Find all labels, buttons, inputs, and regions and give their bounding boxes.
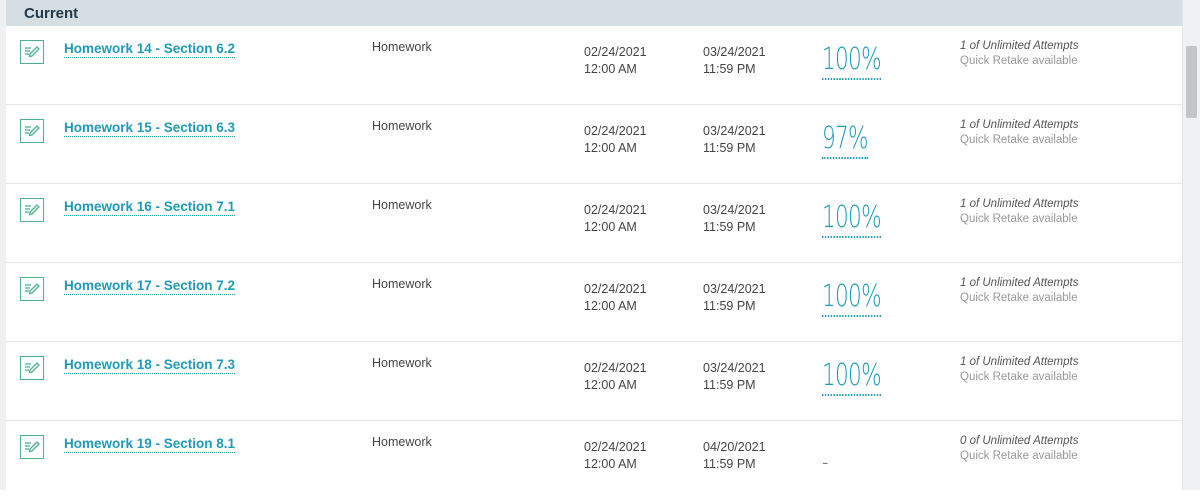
assignment-title-link[interactable]: Homework 17 - Section 7.2 [64,278,236,295]
start-time-value: 12:00 AM [584,141,637,155]
start-date: 02/24/2021 12:00 AM [584,44,647,78]
assignment-row: Homework 14 - Section 6.2 Homework 02/24… [6,26,1182,105]
assignment-list: Homework 14 - Section 6.2 Homework 02/24… [6,26,1182,499]
assignment-row: Homework 19 - Section 8.1 Homework 02/24… [6,421,1182,499]
score-link[interactable]: 97% [822,123,869,159]
start-time-value: 12:00 AM [584,378,637,392]
retake-status: Quick Retake available [960,371,1078,383]
attempts-text: 1 of Unlimited Attempts [960,356,1079,368]
assignment-type: Homework [372,40,432,54]
score-placeholder: - [822,452,828,473]
vertical-scrollbar[interactable] [1182,0,1200,490]
due-time-value: 11:59 PM [703,299,756,313]
section-header-current: Current [6,0,1182,26]
assignment-row: Homework 15 - Section 6.3 Homework 02/24… [6,105,1182,184]
start-date-value: 02/24/2021 [584,124,647,138]
assignment-row: Homework 16 - Section 7.1 Homework 02/24… [6,184,1182,263]
attempts-text: 1 of Unlimited Attempts [960,40,1079,52]
due-time-value: 11:59 PM [703,220,756,234]
start-time-value: 12:00 AM [584,220,637,234]
start-date-value: 02/24/2021 [584,45,647,59]
due-date-value: 03/24/2021 [703,124,766,138]
attempts-text: 1 of Unlimited Attempts [960,119,1079,131]
scrollbar-thumb[interactable] [1186,46,1197,118]
assignment-type: Homework [372,435,432,449]
start-date: 02/24/2021 12:00 AM [584,202,647,236]
due-date-value: 03/24/2021 [703,45,766,59]
due-date-value: 04/20/2021 [703,440,766,454]
assignment-type: Homework [372,277,432,291]
score-link[interactable]: 100% [822,360,882,396]
due-date: 03/24/2021 11:59 PM [703,202,766,236]
section-title: Current [24,5,79,22]
assignment-title-link[interactable]: Homework 14 - Section 6.2 [64,41,236,58]
due-date-value: 03/24/2021 [703,361,766,375]
attempts-text: 1 of Unlimited Attempts [960,198,1079,210]
homework-assignment-icon [20,356,44,380]
assignment-type: Homework [372,119,432,133]
start-time-value: 12:00 AM [584,62,637,76]
assignment-row: Homework 17 - Section 7.2 Homework 02/24… [6,263,1182,342]
attempts-text: 0 of Unlimited Attempts [960,435,1079,447]
start-date-value: 02/24/2021 [584,203,647,217]
start-date-value: 02/24/2021 [584,282,647,296]
assignment-title-link[interactable]: Homework 18 - Section 7.3 [64,357,236,374]
assignment-title-link[interactable]: Homework 16 - Section 7.1 [64,199,236,216]
score-link[interactable]: 100% [822,44,882,80]
due-time-value: 11:59 PM [703,141,756,155]
assignment-row: Homework 18 - Section 7.3 Homework 02/24… [6,342,1182,421]
start-date: 02/24/2021 12:00 AM [584,360,647,394]
score-link[interactable]: 100% [822,202,882,238]
start-date-value: 02/24/2021 [584,361,647,375]
homework-assignment-icon [20,119,44,143]
due-date-value: 03/24/2021 [703,282,766,296]
homework-assignment-icon [20,40,44,64]
due-date: 04/20/2021 11:59 PM [703,439,766,473]
due-date: 03/24/2021 11:59 PM [703,360,766,394]
score-link[interactable]: 100% [822,281,882,317]
due-date: 03/24/2021 11:59 PM [703,281,766,315]
homework-assignment-icon [20,435,44,459]
attempts-text: 1 of Unlimited Attempts [960,277,1079,289]
due-time-value: 11:59 PM [703,457,756,471]
start-date: 02/24/2021 12:00 AM [584,439,647,473]
start-time-value: 12:00 AM [584,457,637,471]
start-date: 02/24/2021 12:00 AM [584,281,647,315]
retake-status: Quick Retake available [960,292,1078,304]
assignment-title-link[interactable]: Homework 19 - Section 8.1 [64,436,236,453]
retake-status: Quick Retake available [960,134,1078,146]
start-date-value: 02/24/2021 [584,440,647,454]
assignment-title-link[interactable]: Homework 15 - Section 6.3 [64,120,236,137]
start-date: 02/24/2021 12:00 AM [584,123,647,157]
due-time-value: 11:59 PM [703,62,756,76]
retake-status: Quick Retake available [960,55,1078,67]
start-time-value: 12:00 AM [584,299,637,313]
due-date-value: 03/24/2021 [703,203,766,217]
homework-assignment-icon [20,277,44,301]
due-date: 03/24/2021 11:59 PM [703,123,766,157]
assignment-type: Homework [372,356,432,370]
due-time-value: 11:59 PM [703,378,756,392]
due-date: 03/24/2021 11:59 PM [703,44,766,78]
homework-assignment-icon [20,198,44,222]
retake-status: Quick Retake available [960,450,1078,462]
assignment-type: Homework [372,198,432,212]
retake-status: Quick Retake available [960,213,1078,225]
